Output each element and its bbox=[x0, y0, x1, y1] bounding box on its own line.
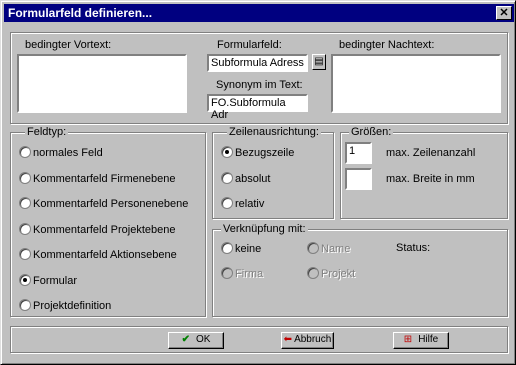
field-picker-button[interactable]: ▤ bbox=[312, 54, 326, 70]
arrow-left-icon: ⬅ bbox=[283, 334, 293, 345]
radio-indicator bbox=[19, 197, 31, 209]
feldtyp-kommentarfeld-firmenebene-label: Kommentarfeld Firmenebene bbox=[33, 172, 176, 185]
feldtyp-formular-label: Formular bbox=[33, 274, 78, 287]
cancel-button[interactable]: ⬅ Abbruch bbox=[281, 332, 334, 349]
ok-label: OK bbox=[195, 334, 211, 345]
window-title: Formularfeld definieren... bbox=[8, 6, 153, 20]
verknuepfung-firma-radio: Firma bbox=[221, 267, 263, 280]
radio-indicator bbox=[221, 171, 233, 184]
max-zeilen-label: max. Zeilenanzahl bbox=[386, 147, 476, 159]
max-breite-field[interactable] bbox=[345, 168, 372, 190]
radio-indicator bbox=[221, 197, 233, 209]
verknuepfung-firma-label: Firma bbox=[235, 268, 264, 280]
status-label: Status: bbox=[396, 242, 431, 254]
help-icon: ⊞ bbox=[403, 334, 413, 345]
verknuepfung-projekt-label: Projekt bbox=[321, 268, 356, 280]
feldtyp-projektdefinition-label: Projektdefinition bbox=[33, 300, 112, 312]
nachtext-label: bedingter Nachtext: bbox=[339, 39, 435, 51]
feldtyp-kommentarfeld-aktionsebene-radio[interactable]: Kommentarfeld Aktionsebene bbox=[19, 248, 177, 261]
radio-indicator bbox=[19, 146, 31, 158]
radio-indicator bbox=[19, 299, 31, 311]
radio-indicator bbox=[19, 222, 31, 235]
verknuepfung-keine-radio[interactable]: keine bbox=[221, 242, 261, 255]
formularfeld-label: Formularfeld: bbox=[217, 39, 282, 51]
radio-indicator bbox=[19, 248, 31, 260]
verknuepfung-name-radio: Name bbox=[307, 242, 350, 255]
feldtyp-kommentarfeld-projektebene-label: Kommentarfeld Projektebene bbox=[33, 223, 176, 236]
feldtyp-projektdefinition-radio[interactable]: Projektdefinition bbox=[19, 299, 111, 312]
synonym-field[interactable]: FO.Subformula Adr bbox=[207, 94, 308, 121]
feldtyp-normales-feld-radio[interactable]: normales Feld bbox=[19, 146, 103, 159]
max-zeilen-field[interactable]: 1 bbox=[345, 142, 372, 164]
radio-indicator bbox=[221, 267, 233, 279]
dialog-window: Formularfeld definieren... ✕ bedingter V… bbox=[0, 0, 516, 365]
close-icon: ✕ bbox=[499, 7, 509, 19]
radio-indicator bbox=[307, 242, 319, 254]
feldtyp-kommentarfeld-personenebene-label: Kommentarfeld Personenebene bbox=[33, 198, 189, 210]
radio-indicator bbox=[221, 146, 233, 158]
zeilen-relativ-radio[interactable]: relativ bbox=[221, 197, 264, 210]
zeilenausrichtung-label: Zeilenausrichtung: bbox=[227, 126, 321, 138]
zeilen-absolut-label: absolut bbox=[235, 172, 271, 185]
title-bar: Formularfeld definieren... ✕ bbox=[4, 4, 514, 22]
radio-indicator bbox=[19, 273, 31, 286]
help-label: Hilfe bbox=[418, 334, 439, 345]
verknuepfung-name-label: Name bbox=[321, 243, 351, 255]
verknuepfung-projekt-radio: Projekt bbox=[307, 267, 355, 280]
zeilen-relativ-label: relativ bbox=[235, 198, 265, 210]
feldtyp-kommentarfeld-aktionsebene-label: Kommentarfeld Aktionsebene bbox=[33, 249, 177, 261]
synonym-label: Synonym im Text: bbox=[216, 79, 303, 91]
vortext-field[interactable] bbox=[17, 54, 187, 113]
feldtyp-formular-radio[interactable]: Formular bbox=[19, 273, 78, 287]
close-button[interactable]: ✕ bbox=[496, 6, 512, 20]
zeilen-absolut-radio[interactable]: absolut bbox=[221, 171, 271, 185]
formularfeld-field[interactable]: Subformula Adress bbox=[207, 54, 308, 72]
feldtyp-kommentarfeld-personenebene-radio[interactable]: Kommentarfeld Personenebene bbox=[19, 197, 188, 210]
groessen-label: Größen: bbox=[349, 126, 394, 138]
max-breite-label: max. Breite in mm bbox=[386, 173, 475, 185]
help-button[interactable]: ⊞ Hilfe bbox=[393, 332, 449, 349]
ok-button[interactable]: ✔ OK bbox=[168, 332, 224, 349]
feldtyp-normales-feld-label: normales Feld bbox=[33, 147, 103, 159]
zeilen-bezugszeile-label: Bezugszeile bbox=[235, 147, 295, 159]
radio-indicator bbox=[19, 171, 31, 184]
list-icon: ▤ bbox=[314, 56, 324, 67]
vortext-label: bedingter Vortext: bbox=[25, 39, 112, 51]
feldtyp-kommentarfeld-projektebene-radio[interactable]: Kommentarfeld Projektebene bbox=[19, 222, 176, 236]
radio-indicator bbox=[221, 242, 233, 254]
checkmark-icon: ✔ bbox=[181, 334, 190, 345]
nachtext-field[interactable] bbox=[331, 54, 501, 113]
verknuepfung-label: Verknüpfung mit: bbox=[221, 223, 308, 235]
zeilen-bezugszeile-radio[interactable]: Bezugszeile bbox=[221, 146, 294, 159]
verknuepfung-keine-label: keine bbox=[235, 243, 262, 255]
cancel-label: Abbruch bbox=[294, 334, 332, 345]
radio-indicator bbox=[307, 267, 319, 279]
feldtyp-label: Feldtyp: bbox=[25, 126, 69, 138]
feldtyp-kommentarfeld-firmenebene-radio[interactable]: Kommentarfeld Firmenebene bbox=[19, 171, 176, 185]
